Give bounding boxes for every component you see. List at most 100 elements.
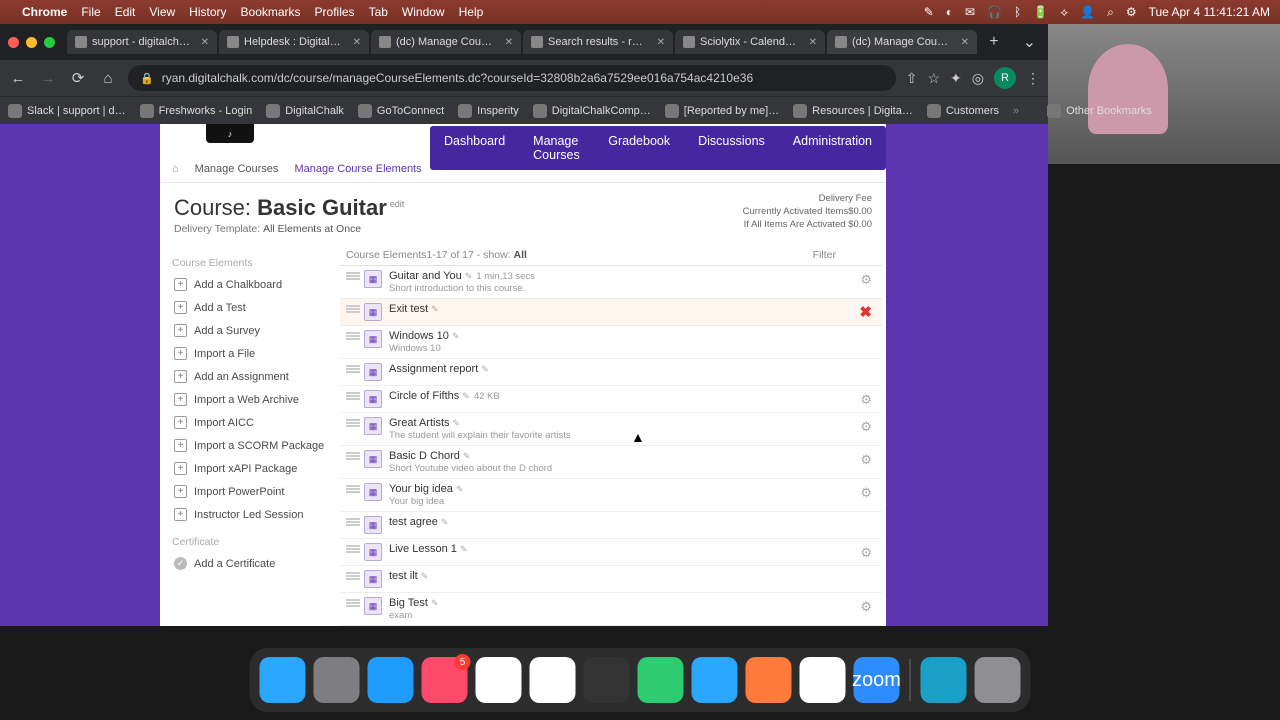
pencil-icon[interactable]: ✎ — [452, 331, 460, 341]
menu-file[interactable]: File — [81, 5, 100, 19]
dock-chrome[interactable] — [800, 657, 846, 703]
sidebar-action[interactable]: +Add an Assignment — [172, 365, 332, 388]
sidebar-action[interactable]: +Import xAPI Package — [172, 457, 332, 480]
bookmark-item[interactable]: [Reported by me]… — [665, 104, 779, 118]
dock-freeform[interactable] — [530, 657, 576, 703]
drag-handle-icon[interactable] — [346, 485, 360, 493]
nav-manage-courses[interactable]: Manage Courses — [519, 126, 594, 170]
profile-avatar[interactable]: R — [994, 67, 1016, 89]
status-search-icon[interactable]: ⌕ — [1107, 5, 1114, 20]
sidebar-action[interactable]: +Import a File — [172, 342, 332, 365]
element-row[interactable]: ▦Circle of Fifths✎42 KB⚙ — [340, 385, 882, 412]
close-tab-button[interactable]: ✕ — [657, 37, 665, 48]
drag-handle-icon[interactable] — [346, 572, 360, 580]
drag-handle-icon[interactable] — [346, 419, 360, 427]
sidebar-action[interactable]: +Import PowerPoint — [172, 480, 332, 503]
element-row[interactable]: ▦Big Test✎exam⚙ — [340, 592, 882, 625]
status-pen-icon[interactable]: ✎ — [924, 5, 934, 19]
dock-finder[interactable] — [260, 657, 306, 703]
close-tab-button[interactable]: ✕ — [809, 37, 817, 48]
dock-firefox[interactable] — [746, 657, 792, 703]
share-button[interactable]: ⇧ — [906, 70, 918, 87]
home-icon[interactable]: ⌂ — [172, 163, 179, 175]
status-bluetooth-icon[interactable]: ᛒ — [1014, 5, 1021, 19]
menu-edit[interactable]: Edit — [115, 5, 136, 19]
close-tab-button[interactable]: ✕ — [201, 37, 209, 48]
gear-icon[interactable]: ⚙ — [860, 419, 872, 435]
sidebar-action[interactable]: +Import a Web Archive — [172, 388, 332, 411]
tab-dropdown-button[interactable]: ⌄ — [1011, 32, 1048, 52]
element-row[interactable]: ▦Live Lesson 1✎⚙ — [340, 538, 882, 565]
status-icon[interactable]: ◐ — [946, 5, 953, 19]
forward-button[interactable]: → — [38, 70, 58, 87]
dock-notes[interactable] — [476, 657, 522, 703]
element-row[interactable]: ▦Guitar and You✎1 min,13 secsShort intro… — [340, 265, 882, 298]
sidebar-action[interactable]: +Add a Chalkboard — [172, 273, 332, 296]
browser-tab[interactable]: Sciolytix - Calendar - Ap✕ — [675, 30, 825, 54]
drag-handle-icon[interactable] — [346, 599, 360, 607]
drag-handle-icon[interactable] — [346, 518, 360, 526]
maximize-window-button[interactable] — [44, 37, 55, 48]
nav-administration[interactable]: Administration — [779, 126, 886, 170]
home-button[interactable]: ⌂ — [98, 70, 118, 87]
element-row[interactable]: ▦Exit test✎✖ — [340, 298, 882, 325]
browser-tab[interactable]: (dc) Manage Courses✕ — [371, 30, 521, 54]
element-row[interactable]: ✓Certificate — [340, 625, 882, 626]
extension-icon[interactable]: ◎ — [972, 70, 984, 87]
dock-calculator[interactable] — [584, 657, 630, 703]
drag-handle-icon[interactable] — [346, 365, 360, 373]
dock-launchpad[interactable]: 5 — [422, 657, 468, 703]
extensions-button[interactable]: ✦ — [950, 70, 962, 87]
bookmark-item[interactable]: DigitalChalkComp… — [533, 104, 651, 118]
delete-button[interactable]: ✖ — [859, 303, 872, 321]
gear-icon[interactable]: ⚙ — [860, 545, 872, 561]
minimize-window-button[interactable] — [26, 37, 37, 48]
status-headphones-icon[interactable]: 🎧 — [987, 5, 1002, 19]
drag-handle-icon[interactable] — [346, 305, 360, 313]
new-tab-button[interactable]: + — [979, 33, 1008, 51]
address-bar[interactable]: 🔒 ryan.digitalchalk.com/dc/course/manage… — [128, 65, 896, 91]
nav-discussions[interactable]: Discussions — [684, 126, 779, 170]
element-row[interactable]: ▦test ilt✎ — [340, 565, 882, 592]
pencil-icon[interactable]: ✎ — [465, 271, 473, 281]
status-wifi-icon[interactable]: ⟡ — [1060, 5, 1068, 20]
video-participant-thumb[interactable]: Ben Wright — [1048, 24, 1280, 164]
sidebar-action[interactable]: +Import a SCORM Package — [172, 434, 332, 457]
pencil-icon[interactable]: ✎ — [460, 544, 468, 554]
menubar-app-name[interactable]: Chrome — [22, 5, 67, 19]
filter-label[interactable]: Filter — [813, 249, 836, 261]
drag-handle-icon[interactable] — [346, 392, 360, 400]
status-icon[interactable]: ✉ — [965, 5, 975, 19]
menu-history[interactable]: History — [189, 5, 226, 19]
nav-gradebook[interactable]: Gradebook — [594, 126, 684, 170]
gear-icon[interactable]: ⚙ — [860, 485, 872, 501]
reload-button[interactable]: ⟳ — [68, 69, 88, 87]
drag-handle-icon[interactable] — [346, 545, 360, 553]
dock-numbers[interactable] — [638, 657, 684, 703]
drag-handle-icon[interactable] — [346, 452, 360, 460]
bookmark-item[interactable]: Resources | Digita… — [793, 104, 913, 118]
dock-downloads[interactable] — [921, 657, 967, 703]
bookmark-item[interactable]: Slack | support | d… — [8, 104, 126, 118]
status-control-center-icon[interactable]: ⚙ — [1126, 5, 1137, 19]
status-battery-icon[interactable]: 🔋 — [1033, 5, 1048, 19]
pencil-icon[interactable]: ✎ — [431, 598, 439, 608]
pencil-icon[interactable]: ✎ — [481, 364, 489, 374]
close-tab-button[interactable]: ✕ — [353, 37, 361, 48]
chrome-menu-button[interactable]: ⋮ — [1026, 70, 1040, 87]
pencil-icon[interactable]: ✎ — [462, 391, 470, 401]
status-user-icon[interactable]: 👤 — [1080, 5, 1095, 19]
browser-tab[interactable]: Helpdesk : DigitalChalk✕ — [219, 30, 369, 54]
breadcrumb-root[interactable]: Manage Courses — [195, 163, 279, 175]
pencil-icon[interactable]: ✎ — [456, 484, 464, 494]
bookmark-item[interactable]: DigitalChalk — [266, 104, 344, 118]
close-tab-button[interactable]: ✕ — [961, 37, 969, 48]
element-row[interactable]: ▦Great Artists✎The student will explain … — [340, 412, 882, 445]
gear-icon[interactable]: ⚙ — [860, 392, 872, 408]
gear-icon[interactable]: ⚙ — [860, 599, 872, 615]
pencil-icon[interactable]: ✎ — [463, 451, 471, 461]
gear-icon[interactable]: ⚙ — [860, 452, 872, 468]
dock-safari[interactable] — [692, 657, 738, 703]
browser-tab[interactable]: Search results - ryan.rob✕ — [523, 30, 673, 54]
menubar-clock[interactable]: Tue Apr 4 11:41:21 AM — [1149, 5, 1270, 19]
